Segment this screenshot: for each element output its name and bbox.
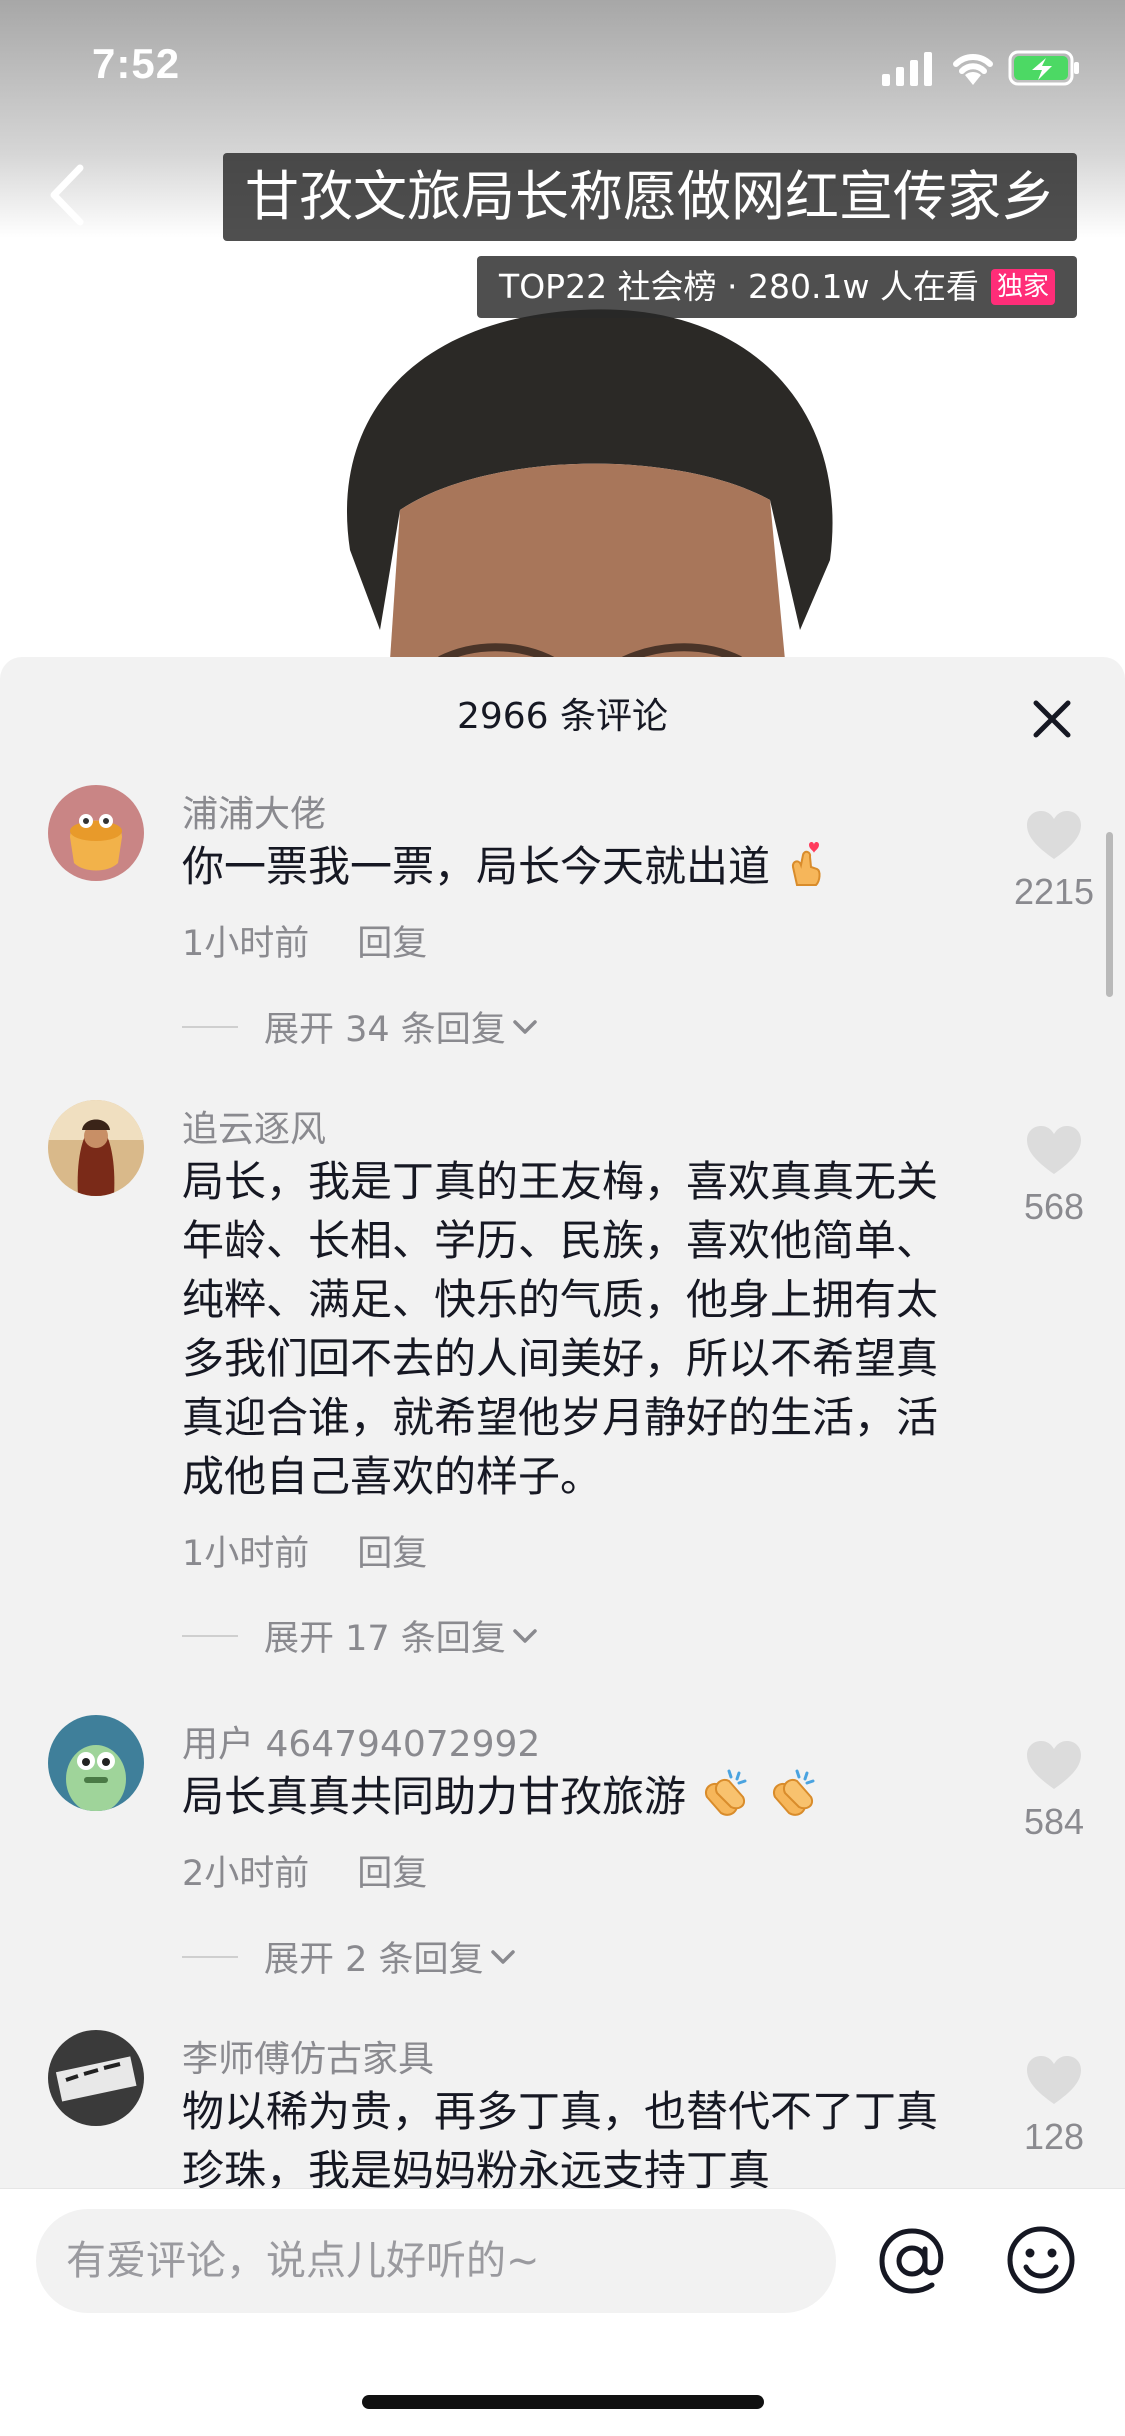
avatar[interactable] <box>48 1100 144 1196</box>
heart-icon <box>1027 2056 1081 2104</box>
wifi-icon <box>953 53 993 85</box>
battery-charging-icon <box>1008 50 1079 86</box>
video-person-face <box>346 309 833 700</box>
comment-item: 浦浦大佬 你一票我一票，局长今天就出道 1小时前 回复 展开 34 条回复 221… <box>0 785 1125 1050</box>
status-bar: 7:52 <box>0 0 1125 135</box>
comment-text-content: 你一票我一票，局长今天就出道 <box>182 842 771 891</box>
like-count: 584 <box>1023 1801 1085 1842</box>
comment-meta: 1小时前 回复 <box>182 915 427 966</box>
reply-button[interactable]: 回复 <box>357 1854 427 1894</box>
chevron-down-icon <box>513 1019 537 1034</box>
avatar[interactable] <box>48 785 144 881</box>
exclusive-badge: 独家 <box>990 269 1055 305</box>
like-button[interactable]: 568 <box>1000 1124 1108 1228</box>
comment-text: 你一票我一票，局长今天就出道 <box>182 837 962 896</box>
expand-replies-button[interactable]: 展开 17 条回复 <box>182 1610 540 1661</box>
comments-sheet: 2966 条评论 浦浦大佬 你一票我一票，局长今天就出道 1小时前 回复 展开 … <box>0 657 1125 2436</box>
comment-text: 物以稀为贵，再多丁真，也替代不了丁真珍珠，我是妈妈粉永远支持丁真 <box>182 2087 939 2195</box>
video-title[interactable]: 甘孜文旅局长称愿做网红宣传家乡 <box>223 153 1077 241</box>
comment-text: 局长真真共同助力甘孜旅游 <box>182 1767 962 1826</box>
back-icon[interactable] <box>44 160 92 230</box>
status-time: 7:52 <box>92 40 181 87</box>
expand-divider <box>182 1955 238 1958</box>
like-count: 568 <box>1023 1186 1085 1227</box>
hot-rank-banner[interactable]: TOP22 社会榜 · 280.1w 人在看 独家 <box>477 256 1077 318</box>
comment-text-content: 局长真真共同助力甘孜旅游 <box>182 1772 687 1821</box>
expand-replies-button[interactable]: 展开 34 条回复 <box>182 1001 540 1052</box>
comment-username[interactable]: 用户 464794072992 <box>182 1715 540 1767</box>
comments-count-title: 2966 条评论 <box>456 696 669 737</box>
heart-icon <box>1027 811 1081 859</box>
home-indicator[interactable] <box>362 2395 764 2409</box>
finger-heart-emoji-icon <box>792 842 821 886</box>
comment-time: 2小时前 <box>182 1854 310 1894</box>
clapping-hands-emoji-icon <box>772 1769 815 1816</box>
hot-rank-text: TOP22 社会榜 · 280.1w 人在看 <box>499 267 979 306</box>
chevron-down-icon <box>490 1949 515 1964</box>
expand-divider <box>182 1025 238 1028</box>
reply-button[interactable]: 回复 <box>357 1534 427 1574</box>
comment-time: 1小时前 <box>182 924 310 964</box>
comment-time: 1小时前 <box>182 1534 310 1574</box>
like-count: 128 <box>1023 2116 1085 2157</box>
expand-replies-label: 展开 17 条回复 <box>264 1619 506 1659</box>
avatar[interactable] <box>48 1715 144 1811</box>
expand-replies-label: 展开 34 条回复 <box>264 1010 506 1050</box>
comment-item: 用户 464794072992 局长真真共同助力甘孜旅游 2小时前 回复 展开 2… <box>0 1715 1125 1980</box>
avatar[interactable] <box>48 2030 144 2126</box>
emoji-face-icon[interactable] <box>1006 2225 1076 2295</box>
chevron-down-icon <box>513 1628 537 1643</box>
expand-replies-label: 展开 2 条回复 <box>264 1940 484 1980</box>
comment-username[interactable]: 浦浦大佬 <box>182 785 326 837</box>
at-mention-icon[interactable] <box>876 2225 948 2297</box>
like-button[interactable]: 2215 <box>1000 809 1108 913</box>
expand-replies-button[interactable]: 展开 2 条回复 <box>182 1931 518 1982</box>
comment-meta: 1小时前 回复 <box>182 1525 427 1576</box>
comment-username[interactable]: 李师傅仿古家具 <box>182 2030 434 2082</box>
clapping-hands-emoji-icon <box>705 1769 747 1816</box>
comment-text: 局长，我是丁真的王友梅，喜欢真真无关年龄、长相、学历、民族，喜欢他简单、纯粹、满… <box>182 1157 939 1501</box>
comment-username[interactable]: 追云逐风 <box>182 1100 326 1152</box>
comment-input[interactable]: 有爱评论，说点儿好听的~ <box>36 2209 836 2313</box>
comment-meta: 2小时前 回复 <box>182 1845 427 1896</box>
like-button[interactable]: 128 <box>1000 2054 1108 2158</box>
reply-button[interactable]: 回复 <box>357 924 427 964</box>
like-button[interactable]: 584 <box>1000 1739 1108 1843</box>
like-count: 2215 <box>1013 871 1095 912</box>
expand-divider <box>182 1634 238 1637</box>
heart-icon <box>1027 1126 1081 1174</box>
close-icon[interactable] <box>1030 697 1074 741</box>
heart-icon <box>1027 1741 1081 1789</box>
comment-item: 追云逐风 局长，我是丁真的王友梅，喜欢真真无关年龄、长相、学历、民族，喜欢他简单… <box>0 1100 1125 1659</box>
cellular-signal-icon <box>882 52 932 86</box>
